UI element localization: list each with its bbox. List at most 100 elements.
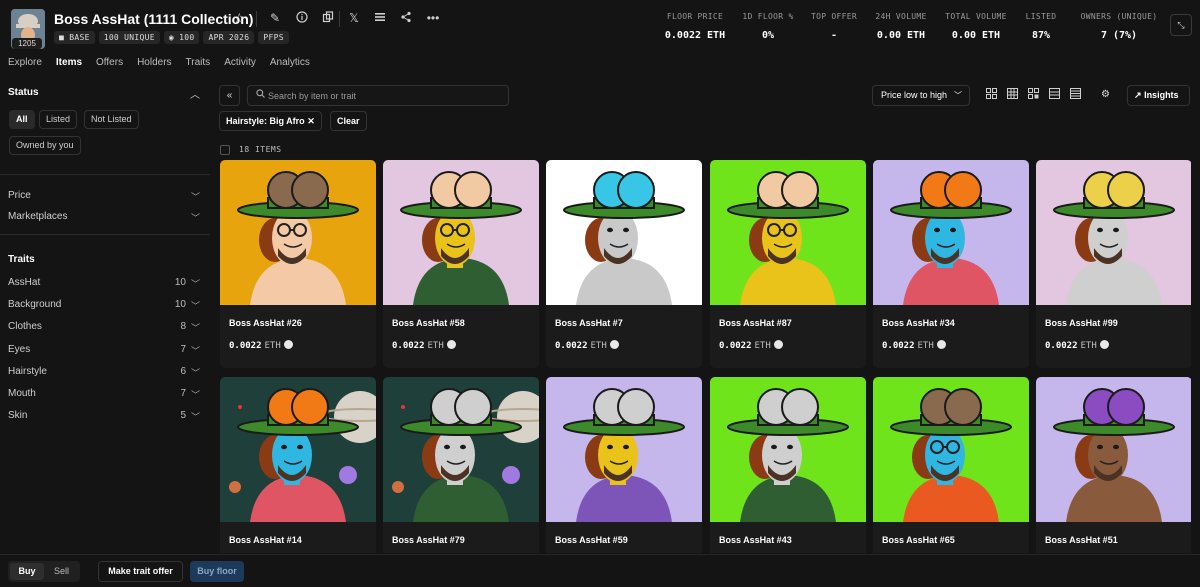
make-trait-offer-button[interactable]: Make trait offer xyxy=(98,561,183,582)
star-icon[interactable]: ☆ xyxy=(233,10,246,27)
item-name[interactable]: Boss AssHat #51 xyxy=(1045,535,1118,545)
trait-skin[interactable]: Skin 5 ﹀ xyxy=(8,410,203,422)
item-card[interactable]: Boss AssHat #43 xyxy=(710,377,866,553)
search-icon xyxy=(256,89,265,101)
item-name[interactable]: Boss AssHat #34 xyxy=(882,318,955,328)
status-owned-by-you[interactable]: Owned by you xyxy=(9,136,81,155)
item-price: 0.0022 ETH xyxy=(392,340,456,351)
sort-dropdown[interactable]: Price low to high ﹀ xyxy=(872,85,970,106)
tab-activity[interactable]: Activity xyxy=(224,57,256,68)
chevron-up-icon[interactable]: ︿ xyxy=(190,86,200,101)
trait-clothes[interactable]: Clothes 8 ﹀ xyxy=(8,321,203,333)
tab-offers[interactable]: Offers xyxy=(96,57,123,68)
item-image xyxy=(1036,377,1191,522)
active-filter-chip[interactable]: Hairstyle: Big Afro ✕ xyxy=(219,111,322,131)
trait-background[interactable]: Background 10 ﹀ xyxy=(8,299,203,311)
search-input[interactable] xyxy=(268,88,498,103)
item-image xyxy=(220,377,376,522)
item-name[interactable]: Boss AssHat #7 xyxy=(555,318,623,328)
items-count: 18 ITEMS xyxy=(239,145,282,154)
trait-mouth[interactable]: Mouth 7 ﹀ xyxy=(8,388,203,400)
copy-icon[interactable] xyxy=(321,11,335,25)
list-view-icon[interactable] xyxy=(1047,88,1061,102)
collapse-sidebar-button[interactable]: « xyxy=(219,85,240,106)
item-card[interactable]: Boss AssHat #87 0.0022 ETH xyxy=(710,160,866,368)
item-name[interactable]: Boss AssHat #79 xyxy=(392,535,465,545)
marketplace-icon xyxy=(283,340,293,349)
marketplace-icon xyxy=(1099,340,1109,349)
insights-button[interactable]: ↗ Insights xyxy=(1127,85,1190,106)
item-image xyxy=(383,377,539,522)
grid-medium-icon[interactable] xyxy=(1005,88,1019,102)
grid-large-icon[interactable] xyxy=(984,88,998,102)
share-icon[interactable] xyxy=(399,11,413,25)
settings-gear-icon[interactable]: ⚙ xyxy=(1095,85,1116,106)
item-card[interactable]: Boss AssHat #14 xyxy=(220,377,376,553)
edit-icon[interactable]: ✎ xyxy=(268,11,282,25)
item-card[interactable]: Boss AssHat #65 xyxy=(873,377,1029,553)
status-listed[interactable]: Listed xyxy=(39,110,78,129)
stat-24h-volume: 24H VOLUME 0.00 ETH xyxy=(875,12,927,41)
table-view-icon[interactable] xyxy=(1068,88,1082,102)
info-icon[interactable] xyxy=(295,11,309,25)
tab-explore[interactable]: Explore xyxy=(8,57,42,68)
tab-holders[interactable]: Holders xyxy=(137,57,171,68)
tab-analytics[interactable]: Analytics xyxy=(270,57,310,68)
item-image xyxy=(220,160,376,305)
status-heading[interactable]: Status xyxy=(8,87,39,98)
item-price: 0.0022 ETH xyxy=(229,340,293,351)
trait-eyes[interactable]: Eyes 7 ﹀ xyxy=(8,344,203,356)
item-price: 0.0022 ETH xyxy=(1045,340,1109,351)
x-twitter-icon[interactable]: 𝕏 xyxy=(347,11,361,25)
divider xyxy=(256,11,257,27)
item-name[interactable]: Boss AssHat #87 xyxy=(719,318,792,328)
item-card[interactable]: Boss AssHat #59 xyxy=(546,377,702,553)
trait-asshat[interactable]: AssHat 10 ﹀ xyxy=(8,277,203,289)
item-image xyxy=(873,160,1029,305)
menu-lines-icon[interactable] xyxy=(373,11,387,25)
supply-chip: ◉ 100 xyxy=(163,31,200,44)
item-card[interactable]: Boss AssHat #7 0.0022 ETH xyxy=(546,160,702,368)
close-icon[interactable]: ✕ xyxy=(307,116,315,126)
tab-traits[interactable]: Traits xyxy=(186,57,211,68)
item-name[interactable]: Boss AssHat #14 xyxy=(229,535,302,545)
item-image xyxy=(710,160,866,305)
search-box xyxy=(247,85,509,106)
grid-small-icon[interactable] xyxy=(1026,88,1040,102)
item-card[interactable]: Boss AssHat #34 0.0022 ETH xyxy=(873,160,1029,368)
clear-filters-button[interactable]: Clear xyxy=(330,111,367,131)
item-price: 0.0022 ETH xyxy=(555,340,619,351)
marketplaces-filter[interactable]: Marketplaces ﹀ xyxy=(8,211,203,223)
item-name[interactable]: Boss AssHat #43 xyxy=(719,535,792,545)
item-name[interactable]: Boss AssHat #59 xyxy=(555,535,628,545)
trait-hairstyle[interactable]: Hairstyle 6 ﹀ xyxy=(8,366,203,378)
filter-sidebar: Status ︿ All Listed Not Listed Owned by … xyxy=(0,78,210,548)
sell-toggle[interactable]: Sell xyxy=(45,563,78,580)
unique-chip: 100 UNIQUE xyxy=(98,31,160,44)
price-filter[interactable]: Price ﹀ xyxy=(8,190,203,202)
item-card[interactable]: Boss AssHat #26 0.0022 ETH xyxy=(220,160,376,368)
buy-floor-button[interactable]: Buy floor xyxy=(190,561,244,582)
item-card[interactable]: Boss AssHat #51 xyxy=(1036,377,1191,553)
collapse-icon[interactable]: ⤡ xyxy=(1170,14,1192,36)
item-name[interactable]: Boss AssHat #65 xyxy=(882,535,955,545)
buy-sell-toggle: Buy Sell xyxy=(8,561,80,582)
select-all-checkbox[interactable] xyxy=(220,145,230,155)
avatar-badge: 1205 xyxy=(12,38,42,49)
item-card[interactable]: Boss AssHat #99 0.0022 ETH xyxy=(1036,160,1191,368)
stat-owners: OWNERS (UNIQUE) 7 (7%) xyxy=(1080,12,1158,41)
status-all[interactable]: All xyxy=(9,110,35,129)
item-name[interactable]: Boss AssHat #26 xyxy=(229,318,302,328)
item-name[interactable]: Boss AssHat #99 xyxy=(1045,318,1118,328)
buy-toggle[interactable]: Buy xyxy=(10,563,44,580)
item-name[interactable]: Boss AssHat #58 xyxy=(392,318,465,328)
more-icon[interactable]: ••• xyxy=(426,11,440,25)
divider xyxy=(0,174,210,175)
chain-chip: ■ BASE xyxy=(54,31,95,44)
status-not-listed[interactable]: Not Listed xyxy=(84,110,139,129)
date-chip: APR 2026 xyxy=(203,31,255,44)
item-card[interactable]: Boss AssHat #58 0.0022 ETH xyxy=(383,160,539,368)
item-card[interactable]: Boss AssHat #79 xyxy=(383,377,539,553)
tab-items[interactable]: Items xyxy=(56,57,82,68)
chevron-down-icon: ﹀ xyxy=(190,390,200,400)
